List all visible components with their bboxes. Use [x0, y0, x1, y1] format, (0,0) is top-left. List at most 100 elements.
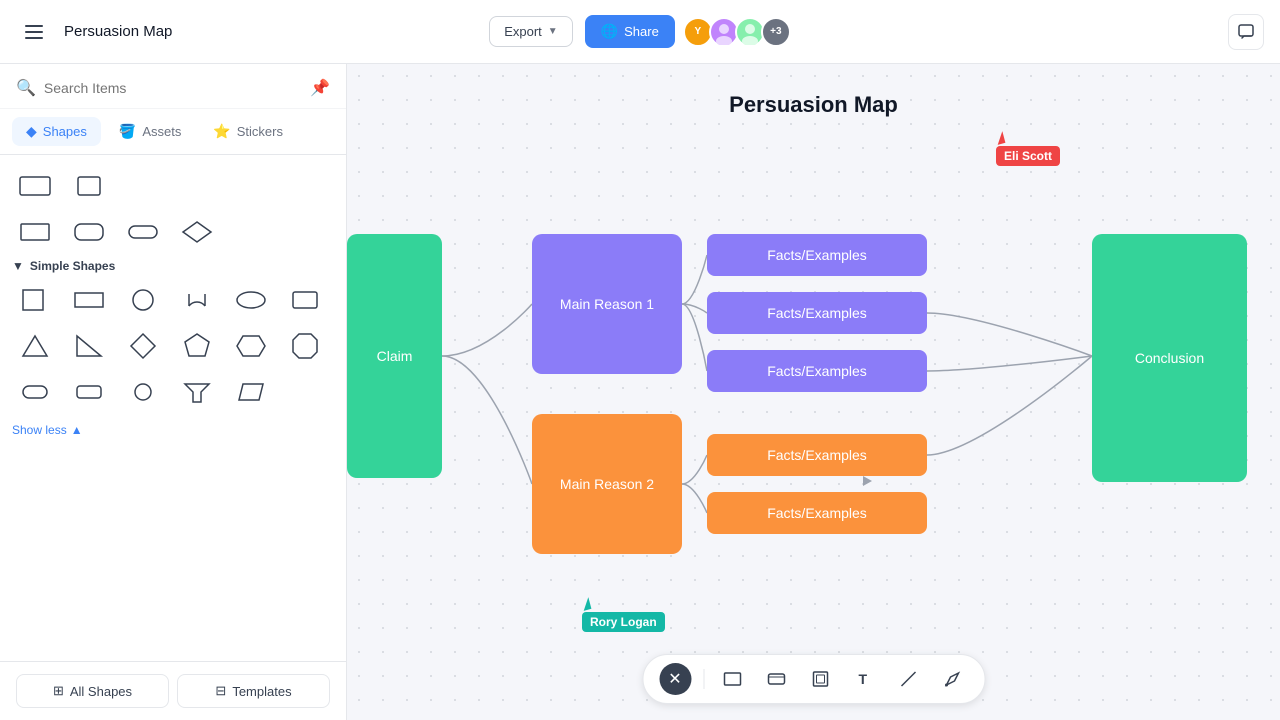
- tab-stickers[interactable]: ⭐ Stickers: [199, 117, 297, 146]
- toolbar-separator: [703, 669, 704, 689]
- shape-hexagon[interactable]: [228, 327, 274, 365]
- shape-round-rect2[interactable]: [12, 373, 58, 411]
- globe-icon: 🌐: [601, 23, 618, 40]
- tab-shapes-label: Shapes: [43, 124, 87, 139]
- shapes-area: ▼ Simple Shapes Show les: [0, 155, 346, 661]
- cursor-pointer-icon: [581, 597, 592, 611]
- tab-stickers-label: Stickers: [237, 124, 283, 139]
- tool-rectangle[interactable]: [716, 663, 748, 695]
- document-title: Persuasion Map: [64, 23, 477, 40]
- share-button[interactable]: 🌐 Share: [585, 15, 675, 48]
- export-label: Export: [504, 24, 542, 39]
- search-input[interactable]: [44, 80, 302, 96]
- node-reason2-label: Main Reason 2: [560, 476, 654, 492]
- close-icon: ✕: [668, 669, 681, 689]
- all-shapes-label: All Shapes: [70, 684, 132, 699]
- shape-ellipse[interactable]: [228, 281, 274, 319]
- chevron-down-icon: ▼: [548, 26, 558, 37]
- shape-row-4: [12, 373, 334, 411]
- node-reason1-label: Main Reason 1: [560, 296, 654, 312]
- export-button[interactable]: Export ▼: [489, 16, 572, 47]
- node-fe1-label: Facts/Examples: [767, 247, 867, 263]
- tool-line[interactable]: [892, 663, 924, 695]
- node-fe4-label: Facts/Examples: [767, 447, 867, 463]
- node-reason1[interactable]: Main Reason 1: [532, 234, 682, 374]
- shape-diamond[interactable]: [174, 213, 220, 251]
- node-claim-label: Claim: [377, 348, 413, 364]
- svg-text:T: T: [858, 671, 867, 687]
- section-simple-shapes[interactable]: ▼ Simple Shapes: [12, 259, 334, 273]
- hamburger-icon: [25, 25, 43, 39]
- avatar-more: +3: [761, 17, 791, 47]
- node-fe3-label: Facts/Examples: [767, 363, 867, 379]
- shape-round-rect3[interactable]: [66, 373, 112, 411]
- shape-diamond2[interactable]: [120, 327, 166, 365]
- diagram-title: Persuasion Map: [729, 92, 898, 118]
- shape-rounded-rect[interactable]: [66, 213, 112, 251]
- menu-button[interactable]: [16, 14, 52, 50]
- node-reason2[interactable]: Main Reason 2: [532, 414, 682, 554]
- section-arrow-icon: ▼: [12, 259, 24, 273]
- shape-funnel[interactable]: [174, 373, 220, 411]
- cursor-rory: Rory Logan: [582, 598, 665, 632]
- shape-tablet[interactable]: [282, 281, 328, 319]
- chat-icon: [1237, 23, 1255, 41]
- shape-stadium[interactable]: [120, 213, 166, 251]
- templates-tab[interactable]: ⊟ Templates: [177, 674, 330, 708]
- node-fe4[interactable]: Facts/Examples: [707, 434, 927, 476]
- node-fe3[interactable]: Facts/Examples: [707, 350, 927, 392]
- stickers-icon: ⭐: [213, 123, 230, 140]
- cursor-eli: Eli Scott: [996, 132, 1060, 166]
- chat-button[interactable]: [1228, 14, 1264, 50]
- shapes-icon: ◆: [26, 123, 37, 140]
- shape-row-favs: [12, 167, 334, 205]
- shape-octagon[interactable]: [282, 327, 328, 365]
- cursor-pointer-icon: [995, 131, 1006, 145]
- show-less-label: Show less: [12, 423, 67, 437]
- shape-row-3: [12, 327, 334, 365]
- tool-text[interactable]: T: [848, 663, 880, 695]
- node-conclusion[interactable]: Conclusion: [1092, 234, 1247, 482]
- cursor-eli-label: Eli Scott: [996, 146, 1060, 166]
- shape-triangle[interactable]: [12, 327, 58, 365]
- shape-rect2[interactable]: [66, 281, 112, 319]
- close-button[interactable]: ✕: [659, 663, 691, 695]
- avatar-group: Y +3: [687, 17, 791, 47]
- pin-icon[interactable]: 📌: [310, 78, 330, 98]
- chevron-up-icon: ▲: [71, 423, 83, 437]
- shape-circle[interactable]: [120, 281, 166, 319]
- tab-assets[interactable]: 🪣 Assets: [105, 117, 195, 146]
- node-fe2[interactable]: Facts/Examples: [707, 292, 927, 334]
- assets-icon: 🪣: [119, 123, 136, 140]
- node-fe1[interactable]: Facts/Examples: [707, 234, 927, 276]
- all-shapes-tab[interactable]: ⊞ All Shapes: [16, 674, 169, 708]
- tool-frame[interactable]: [804, 663, 836, 695]
- canvas[interactable]: Persuasion Map Claim Main Reason 1 Main …: [347, 64, 1280, 720]
- tab-assets-label: Assets: [142, 124, 181, 139]
- shape-arc[interactable]: [174, 281, 220, 319]
- templates-label: Templates: [232, 684, 291, 699]
- shape-rectangle[interactable]: [12, 213, 58, 251]
- tool-pen[interactable]: [936, 663, 968, 695]
- shape-item[interactable]: [12, 167, 58, 205]
- shape-circle2[interactable]: [120, 373, 166, 411]
- tab-shapes[interactable]: ◆ Shapes: [12, 117, 101, 146]
- shape-row-1: [12, 213, 334, 251]
- shape-item[interactable]: [66, 167, 112, 205]
- search-icon: 🔍: [16, 78, 36, 98]
- node-fe2-label: Facts/Examples: [767, 305, 867, 321]
- shape-square[interactable]: [12, 281, 58, 319]
- node-claim[interactable]: Claim: [347, 234, 442, 478]
- sidebar: 🔍 📌 ◆ Shapes 🪣 Assets ⭐ Stickers: [0, 64, 347, 720]
- tool-card[interactable]: [760, 663, 792, 695]
- tab-bar: ◆ Shapes 🪣 Assets ⭐ Stickers: [0, 109, 346, 155]
- show-less-button[interactable]: Show less ▲: [12, 419, 334, 441]
- node-fe5[interactable]: Facts/Examples: [707, 492, 927, 534]
- header: Persuasion Map Export ▼ 🌐 Share Y +3: [0, 0, 1280, 64]
- bottom-tabs: ⊞ All Shapes ⊟ Templates: [0, 661, 346, 720]
- shape-parallelogram[interactable]: [228, 373, 274, 411]
- shape-right-triangle[interactable]: [66, 327, 112, 365]
- search-bar: 🔍 📌: [0, 64, 346, 109]
- shape-pentagon[interactable]: [174, 327, 220, 365]
- shape-row-2: [12, 281, 334, 319]
